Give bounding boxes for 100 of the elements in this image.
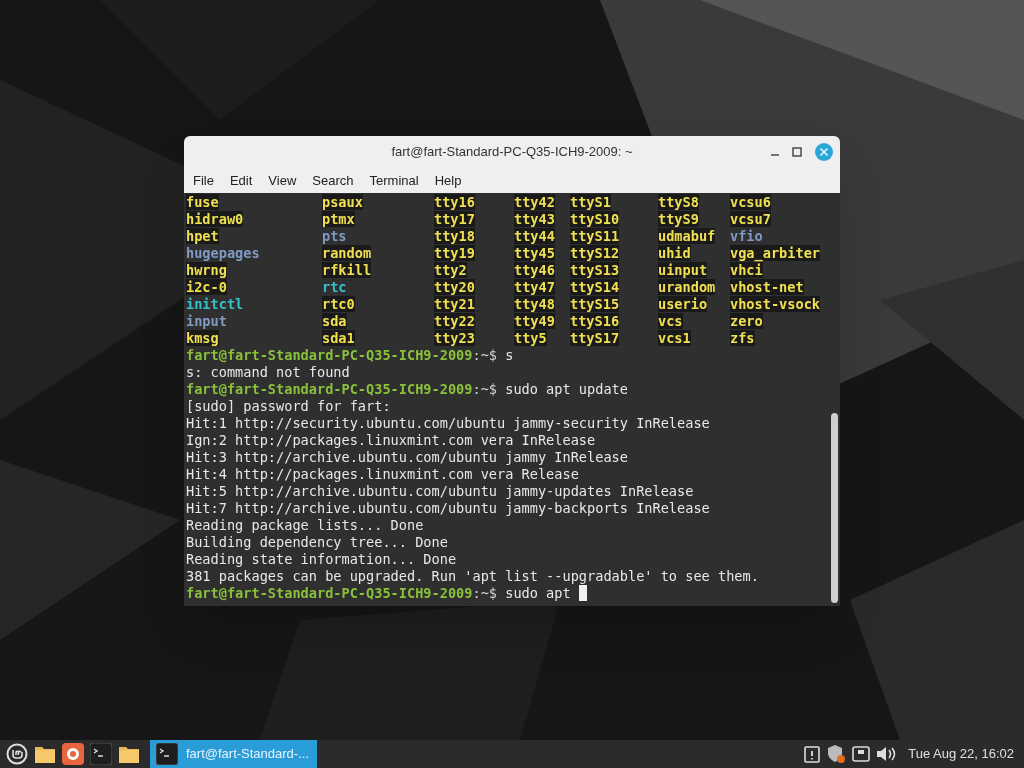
file-name: tty43 xyxy=(514,211,555,227)
file-name: ttyS8 xyxy=(658,194,699,210)
file-name: hwrng xyxy=(186,262,227,278)
file-name: sda xyxy=(322,313,347,329)
clock[interactable]: Tue Aug 22, 16:02 xyxy=(908,744,1014,764)
output-line: [sudo] password for fart: xyxy=(186,398,391,414)
close-icon[interactable] xyxy=(814,142,834,162)
output-line: 381 packages can be upgraded. Run 'apt list --upgradable' to see them. xyxy=(186,568,759,584)
file-name: ttyS17 xyxy=(570,330,620,346)
terminal-icon[interactable] xyxy=(156,743,178,765)
scrollbar-thumb[interactable] xyxy=(831,413,838,603)
command-text: s xyxy=(504,347,515,364)
output-line: Hit:1 http://security.ubuntu.com/ubuntu jammy-security InRelease xyxy=(186,415,710,431)
file-name: fuse xyxy=(186,194,219,210)
file-name: tty18 xyxy=(434,228,475,244)
file-name: ttyS16 xyxy=(570,313,620,329)
folder-icon[interactable] xyxy=(118,744,140,764)
file-name: tty22 xyxy=(434,313,475,329)
prompt-path: :~$ xyxy=(472,585,497,602)
file-name: ptmx xyxy=(322,211,355,227)
file-name: ttyS15 xyxy=(570,296,620,312)
terminal-icon[interactable] xyxy=(90,743,112,765)
output-line: Hit:4 http://packages.linuxmint.com vera Release xyxy=(186,466,579,482)
menu-item[interactable]: File xyxy=(186,170,221,191)
file-name: random xyxy=(322,245,372,261)
file-name: input xyxy=(186,313,227,329)
file-name: rtc0 xyxy=(322,296,355,312)
file-name: psaux xyxy=(322,194,363,210)
maximize-icon[interactable] xyxy=(792,147,802,157)
prompt-path: :~$ xyxy=(472,381,497,398)
output-line: Hit:5 http://archive.ubuntu.com/ubuntu jammy-updates InRelease xyxy=(186,483,694,499)
output-line: Hit:7 http://archive.ubuntu.com/ubuntu jammy-backports InRelease xyxy=(186,500,710,516)
file-name: tty42 xyxy=(514,194,555,210)
file-name: tty49 xyxy=(514,313,555,329)
file-name: rfkill xyxy=(322,262,372,278)
menu-item[interactable]: View xyxy=(261,170,304,191)
menu-item[interactable]: Search xyxy=(305,170,361,191)
file-name: ttyS13 xyxy=(570,262,620,278)
menu-logo-icon[interactable] xyxy=(6,743,28,765)
output-line: s: command not found xyxy=(186,364,350,380)
menu-item[interactable]: Edit xyxy=(222,170,260,191)
output-line: Hit:3 http://archive.ubuntu.com/ubuntu jammy InRelease xyxy=(186,449,628,465)
file-name: zfs xyxy=(730,330,755,346)
file-name: udmabuf xyxy=(658,228,716,244)
file-name: tty2 xyxy=(434,262,467,278)
file-name: vcsu6 xyxy=(730,194,771,210)
file-name: tty19 xyxy=(434,245,475,261)
output-line: Reading package lists... Done xyxy=(186,517,424,533)
file-name: vcs xyxy=(658,313,683,329)
browser-icon[interactable] xyxy=(62,743,84,765)
file-name: pts xyxy=(322,228,347,244)
file-name: ttyS14 xyxy=(570,279,620,295)
file-name: vcsu7 xyxy=(730,211,771,227)
file-name: tty46 xyxy=(514,262,555,278)
file-name: tty21 xyxy=(434,296,475,312)
output-line: Building dependency tree... Done xyxy=(186,534,448,550)
clipboard-icon[interactable] xyxy=(804,745,821,763)
file-name: rtc xyxy=(322,279,347,295)
file-name: uhid xyxy=(658,245,691,261)
file-name: ttyS10 xyxy=(570,211,620,227)
menu-item[interactable]: Help xyxy=(427,170,469,191)
file-name: vga_arbiter xyxy=(730,245,821,261)
output-line: Ign:2 http://packages.linuxmint.com vera InRelease xyxy=(186,432,596,448)
file-name: tty20 xyxy=(434,279,475,295)
file-name: tty5 xyxy=(514,330,547,346)
command-text: sudo apt update xyxy=(504,381,629,398)
file-name: ttyS12 xyxy=(570,245,620,261)
file-name: tty16 xyxy=(434,194,475,210)
file-name: tty44 xyxy=(514,228,555,244)
file-name: vhci xyxy=(730,262,763,278)
file-name: hpet xyxy=(186,228,219,244)
output-line: Reading state information... Done xyxy=(186,551,457,567)
file-name: vfio xyxy=(730,228,763,244)
shield-icon[interactable] xyxy=(826,744,847,764)
file-name: vhost-net xyxy=(730,279,804,295)
window-title: fart@fart-Standard-PC-Q35-ICH9-2009: ~ xyxy=(391,143,633,162)
file-name: i2c-0 xyxy=(186,279,227,295)
prompt-user-host: fart@fart-Standard-PC-Q35-ICH9-2009 xyxy=(186,381,473,398)
volume-icon[interactable] xyxy=(876,746,897,762)
file-name: uinput xyxy=(658,262,708,278)
file-name: tty45 xyxy=(514,245,555,261)
folder-icon[interactable] xyxy=(34,744,56,764)
file-name: sda1 xyxy=(322,330,355,346)
command-text: sudo apt xyxy=(504,585,572,602)
file-name: userio xyxy=(658,296,708,312)
network-icon[interactable] xyxy=(852,746,871,762)
file-name: hugepages xyxy=(186,245,260,261)
file-name: initctl xyxy=(186,296,244,312)
prompt-user-host: fart@fart-Standard-PC-Q35-ICH9-2009 xyxy=(186,585,473,602)
file-name: vhost-vsock xyxy=(730,296,821,312)
file-name: vcs1 xyxy=(658,330,691,346)
file-name: ttyS11 xyxy=(570,228,620,244)
file-name: tty48 xyxy=(514,296,555,312)
prompt-path: :~$ xyxy=(472,347,497,364)
menu-item[interactable]: Terminal xyxy=(362,170,426,191)
file-name: zero xyxy=(730,313,763,329)
file-name: hidraw0 xyxy=(186,211,244,227)
prompt-user-host: fart@fart-Standard-PC-Q35-ICH9-2009 xyxy=(186,347,473,364)
file-name: kmsg xyxy=(186,330,219,346)
file-name: ttyS1 xyxy=(570,194,611,210)
